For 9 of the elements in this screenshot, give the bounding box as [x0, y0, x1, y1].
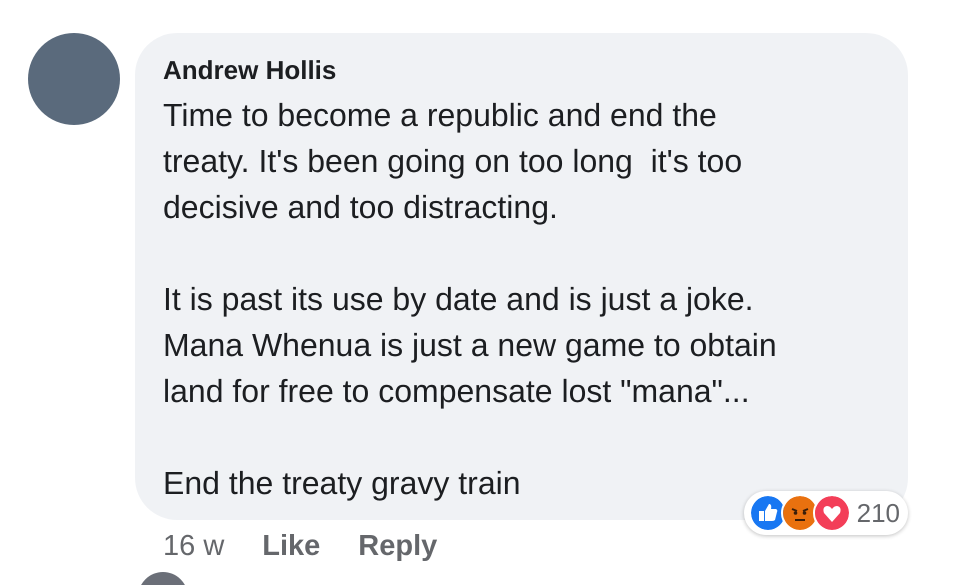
comment-text: End the treaty gravy train [163, 464, 522, 503]
heart-icon [812, 494, 851, 532]
comment-text: Time to become a republic and end the treaty. It's been going on too long it's too decisive and too distracting. [163, 96, 744, 227]
action-link[interactable]: Reply [358, 530, 438, 563]
author-name[interactable]: Andrew Hollis [163, 55, 888, 86]
reactions-badge[interactable]: 210 [744, 491, 908, 535]
timestamp: 16 w [163, 530, 224, 563]
comment-text: It is past its use by date and is just a joke. Mana Whenua is just a new game to obtain land for free to compensate lost "mana"... [163, 280, 778, 411]
action-link[interactable]: Like [262, 530, 320, 563]
